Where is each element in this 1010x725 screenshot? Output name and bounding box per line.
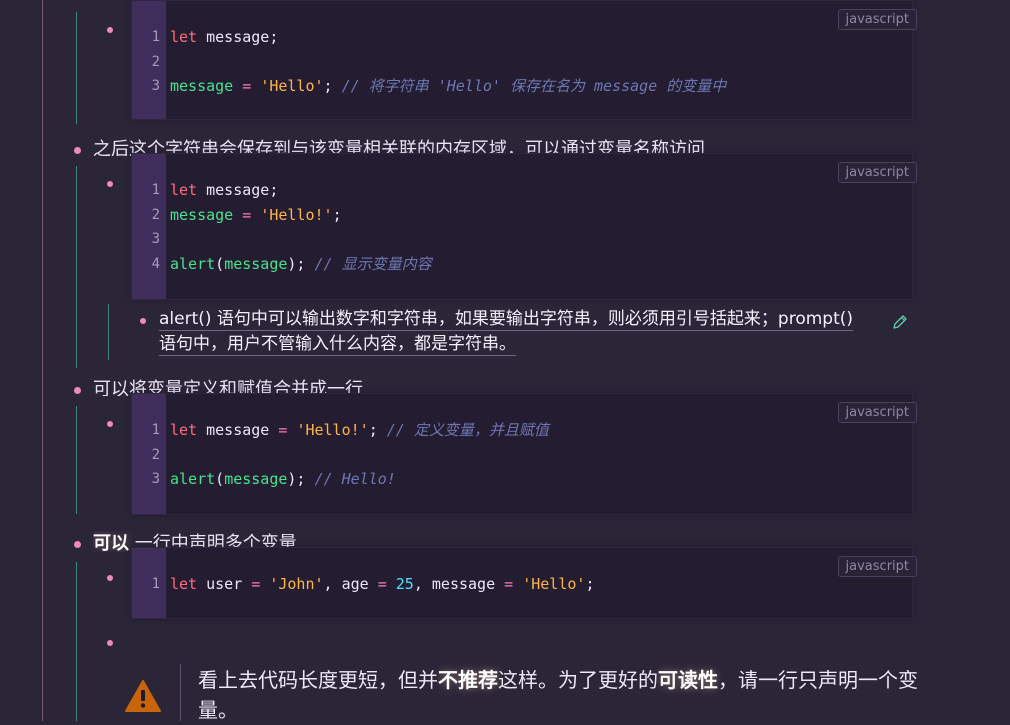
code-content: message = 'Hello'; // 将字符串 'Hello' 保存在名为… [170, 77, 727, 95]
outline-guide-note [108, 304, 109, 360]
code-line: 1 let message; [132, 178, 912, 202]
line-number: 2 [151, 446, 160, 463]
warning-text-part: 这样。为了更好的 [498, 668, 658, 692]
code-content: let message; [170, 28, 279, 46]
code-block-3: 1 let message = 'Hello!'; // 定义变量，并且赋值 2 3 a… [131, 393, 917, 515]
line-number: 2 [151, 53, 160, 70]
code-line: 2 [132, 443, 912, 467]
code-content: let message; [170, 181, 279, 199]
line-number: 1 [151, 422, 160, 438]
code-block-4: 1 let user = 'John', age = 25, message = … [131, 547, 917, 619]
list-bullet [74, 147, 81, 154]
language-label[interactable]: javascript [837, 162, 917, 183]
list-bullet [107, 575, 113, 581]
outline-guide-outer [42, 0, 43, 721]
warning-triangle-icon [125, 680, 161, 712]
note-line-1: alert() 语句中可以输出数字和字符串，如果要输出字符串，则必须用引号括起来… [159, 309, 854, 331]
code-block-2: 1 let message; 2 message = 'Hello!'; 3 4 alert… [131, 153, 917, 300]
list-bullet [74, 541, 81, 548]
outline-guide-1 [76, 12, 77, 124]
code-line: 3 [132, 227, 912, 251]
line-number: 1 [151, 182, 160, 198]
list-bullet [74, 387, 81, 394]
pencil-edit-icon[interactable] [892, 314, 908, 330]
warning-bold: 不推荐 [438, 668, 498, 692]
language-label[interactable]: javascript [837, 402, 917, 423]
code-line: 4 alert(message); // 显示变量内容 [132, 252, 912, 276]
warning-text: 看上去代码长度更短，但并不推荐这样。为了更好的可读性，请一行只声明一个变 量。 [198, 665, 928, 725]
line-number: 3 [151, 78, 160, 94]
language-label[interactable]: javascript [837, 556, 917, 577]
line-number: 3 [151, 471, 160, 487]
code-content: let message = 'Hello!'; // 定义变量，并且赋值 [170, 421, 549, 439]
outline-guide-2 [76, 166, 77, 368]
warning-text-part: ，请一行只声明一个变 [718, 668, 918, 692]
code-line: 2 [132, 50, 912, 74]
code-line: 1 let message = 'Hello!'; // 定义变量，并且赋值 [132, 418, 912, 442]
code-content: message = 'Hello!'; [170, 205, 342, 224]
warning-text-part: 看上去代码长度更短，但并 [198, 668, 438, 692]
outline-guide-4 [76, 562, 77, 721]
language-label[interactable]: javascript [837, 9, 917, 30]
line-number: 4 [151, 255, 160, 272]
code-block-1: 1 let message; 2 3 message = 'Hello'; // 将字符… [131, 0, 917, 120]
line-number: 1 [151, 29, 160, 45]
code-content: alert(message); // 显示变量内容 [170, 254, 432, 273]
list-bullet [107, 27, 113, 33]
warning-text-part: 量。 [198, 698, 238, 722]
code-line: 1 let user = 'John', age = 25, message = … [132, 572, 912, 596]
outline-guide-3 [76, 406, 77, 514]
code-line: 3 alert(message); // Hello! [132, 467, 912, 491]
note-line-2: 语句中，用户不管输入什么内容，都是字符串。 [159, 334, 516, 356]
code-line: 2 message = 'Hello!'; [132, 203, 912, 227]
note-text[interactable]: alert() 语句中可以输出数字和字符串，如果要输出字符串，则必须用引号括起来… [159, 307, 879, 357]
line-number: 3 [151, 231, 160, 247]
line-number: 2 [151, 206, 160, 223]
code-content: let user = 'John', age = 25, message = '… [170, 575, 595, 593]
line-number: 1 [151, 576, 160, 592]
code-content: alert(message); // Hello! [170, 470, 396, 488]
list-bullet [107, 181, 113, 187]
list-bullet [140, 318, 146, 324]
list-bullet [107, 640, 113, 646]
code-line: 3 message = 'Hello'; // 将字符串 'Hello' 保存在名… [132, 74, 912, 98]
code-line: 1 let message; [132, 25, 912, 49]
bold-text: 可以 [93, 533, 129, 552]
callout-divider [180, 664, 181, 721]
warning-bold: 可读性 [658, 668, 718, 692]
list-bullet [107, 421, 113, 427]
